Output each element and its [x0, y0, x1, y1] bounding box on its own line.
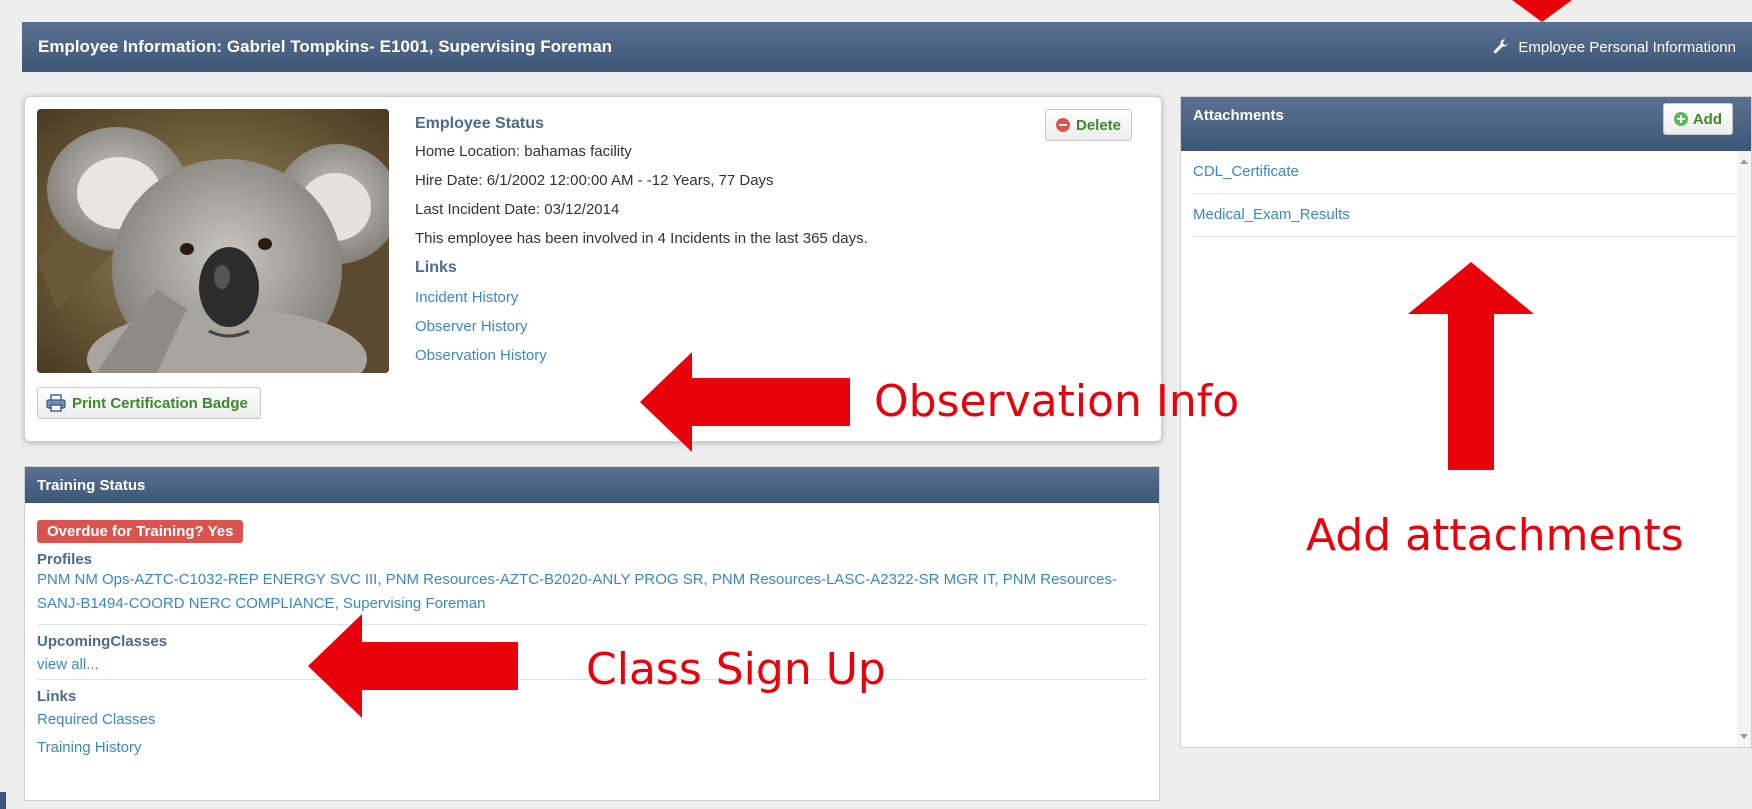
- personal-info-link[interactable]: Employee Personal Informationn: [1492, 38, 1736, 56]
- training-status-card: Training Status Overdue for Training? Ye…: [24, 466, 1160, 801]
- required-classes-link[interactable]: Required Classes: [37, 705, 1147, 734]
- attachment-item[interactable]: CDL_Certificate: [1193, 151, 1739, 194]
- observer-history-link[interactable]: Observer History: [415, 312, 1115, 341]
- minus-circle-icon: [1056, 118, 1070, 132]
- arrow-down-icon: [1512, 0, 1572, 22]
- attachments-header: Attachments Add: [1181, 97, 1751, 151]
- delete-label: Delete: [1076, 116, 1122, 134]
- left-edge-marker: [0, 792, 6, 809]
- training-history-link[interactable]: Training History: [37, 734, 1147, 762]
- scroll-up-arrow-icon[interactable]: [1740, 159, 1748, 164]
- delete-button[interactable]: Delete: [1045, 109, 1133, 141]
- add-attachments-annotation: Add attachments: [1306, 510, 1684, 561]
- print-badge-button[interactable]: Print Certification Badge: [37, 387, 261, 419]
- header-bar: Employee Information: Gabriel Tompkins- …: [22, 22, 1752, 72]
- overdue-badge: Overdue for Training? Yes: [37, 520, 244, 543]
- status-links-heading: Links: [415, 259, 457, 276]
- arrow-left-icon: [308, 614, 518, 718]
- scroll-down-arrow-icon[interactable]: [1740, 734, 1748, 739]
- wrench-icon: [1494, 39, 1509, 54]
- attachments-list: CDL_Certificate Medical_Exam_Results: [1181, 151, 1751, 237]
- profiles-heading: Profiles: [37, 551, 93, 568]
- plus-circle-icon: [1673, 112, 1688, 126]
- profiles-list[interactable]: PNM NM Ops-AZTC-C1032-REP ENERGY SVC III…: [37, 568, 1147, 616]
- home-location: Home Location: bahamas facility: [415, 143, 632, 160]
- arrow-left-icon: [640, 352, 850, 452]
- training-status-title: Training Status: [25, 467, 1159, 503]
- hire-date: Hire Date: 6/1/2002 12:00:00 AM - -12 Ye…: [415, 172, 774, 189]
- employee-status-heading: Employee Status: [415, 115, 544, 132]
- add-label: Add: [1692, 110, 1722, 128]
- incident-summary: This employee has been involved in 4 Inc…: [415, 230, 868, 247]
- personal-info-label: Employee Personal Informationn: [1518, 38, 1736, 56]
- koala-photo: [37, 109, 389, 373]
- attachments-title: Attachments: [1193, 107, 1284, 124]
- arrow-up-icon: [1408, 262, 1534, 470]
- last-incident-date: Last Incident Date: 03/12/2014: [415, 201, 620, 218]
- divider: [37, 624, 1147, 625]
- attachment-item[interactable]: Medical_Exam_Results: [1193, 194, 1739, 237]
- attachments-scrollbar[interactable]: [1737, 151, 1751, 747]
- class-sign-up-annotation: Class Sign Up: [586, 644, 886, 695]
- status-info: Employee Status Home Location: bahamas f…: [415, 111, 1115, 370]
- incident-history-link[interactable]: Incident History: [415, 283, 1115, 312]
- print-badge-label: Print Certification Badge: [72, 394, 248, 412]
- printer-icon: [46, 394, 66, 412]
- page-title: Employee Information: Gabriel Tompkins- …: [38, 37, 613, 56]
- observation-info-annotation: Observation Info: [874, 376, 1240, 427]
- training-status-body: Overdue for Training? Yes Profiles PNM N…: [25, 503, 1159, 772]
- page: Employee Information: Gabriel Tompkins- …: [0, 0, 1752, 809]
- add-attachment-button[interactable]: Add: [1662, 103, 1733, 135]
